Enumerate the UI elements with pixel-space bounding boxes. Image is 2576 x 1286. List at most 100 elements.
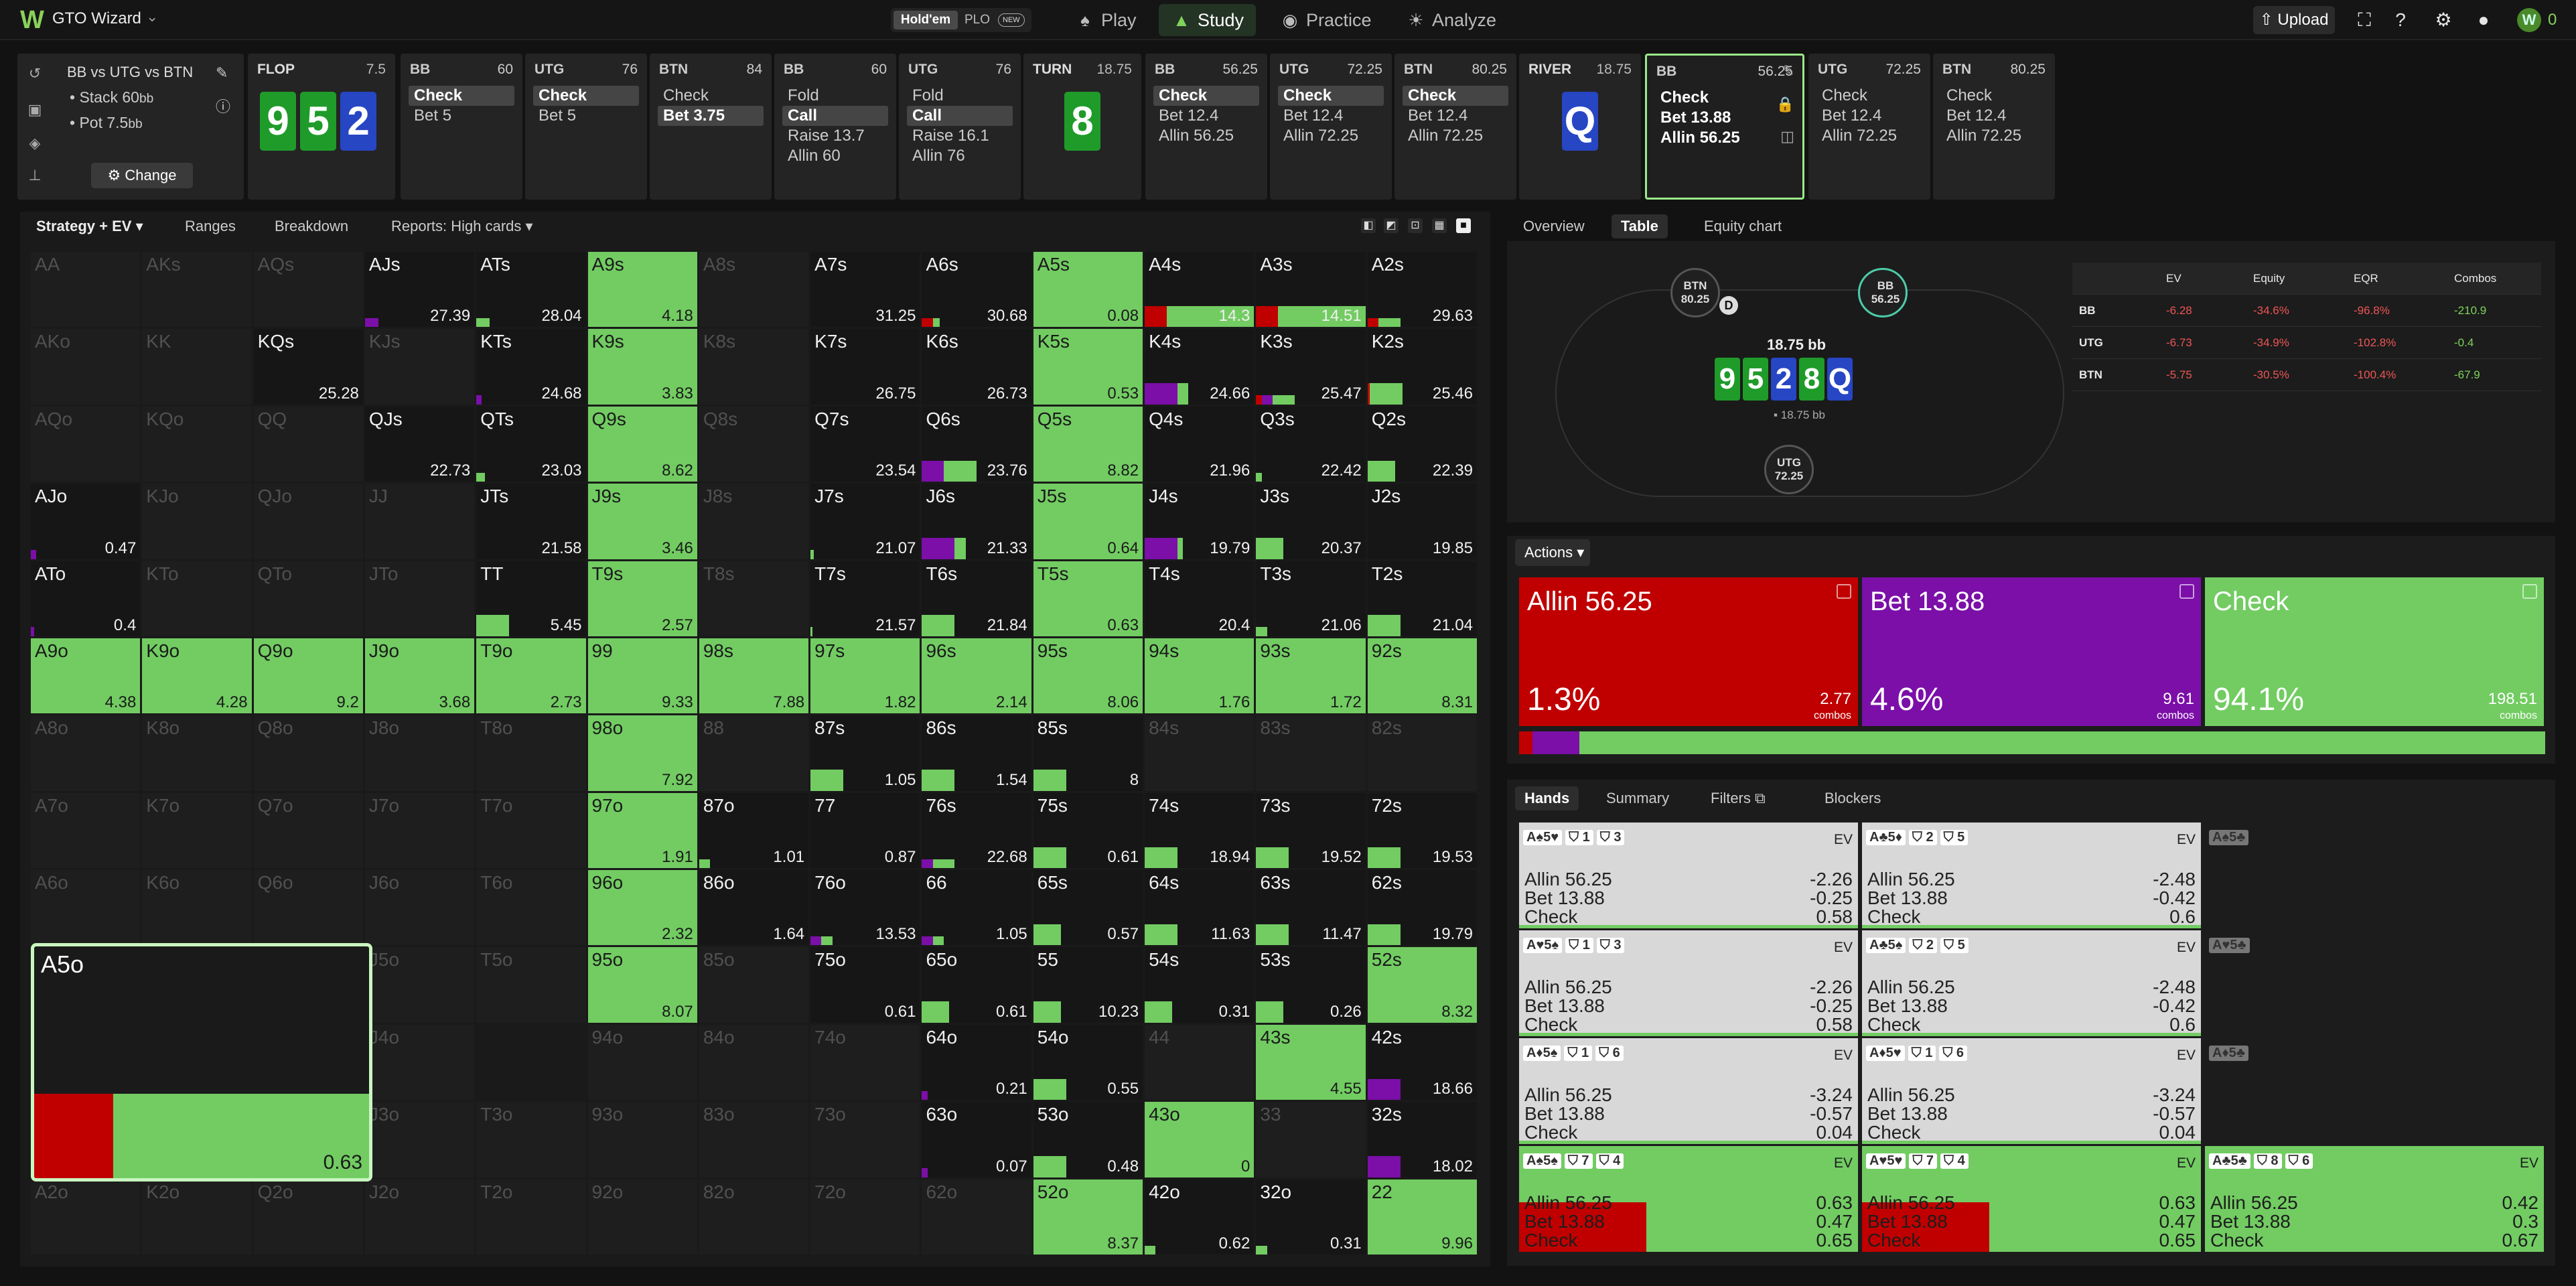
hand-combo[interactable]: A♠5♣ bbox=[2205, 823, 2544, 928]
line-action[interactable]: Check bbox=[658, 86, 764, 106]
range-cell[interactable]: T8s bbox=[699, 561, 809, 636]
view-full-icon[interactable]: ■ bbox=[1456, 218, 1471, 233]
range-cell[interactable]: J3s 20.37 bbox=[1256, 484, 1366, 559]
range-cell[interactable]: T8o bbox=[476, 715, 586, 791]
hand-combo[interactable]: A♥5♣ bbox=[2205, 930, 2544, 1036]
upload-button[interactable]: ⇧ Upload bbox=[2253, 6, 2335, 34]
street-turn[interactable]: TURN 18.75 8 bbox=[1023, 54, 1141, 200]
gear-icon[interactable]: ⚙ bbox=[2430, 7, 2457, 33]
user-icon[interactable]: ● bbox=[2470, 7, 2497, 33]
range-cell[interactable]: Q7s 23.54 bbox=[810, 406, 920, 482]
range-cell[interactable]: 85s 8 bbox=[1033, 715, 1143, 791]
range-cell[interactable]: T3o bbox=[476, 1102, 586, 1177]
range-cell[interactable]: J8o bbox=[364, 715, 475, 791]
line-action[interactable]: Bet 12.4 bbox=[1153, 106, 1259, 126]
range-cell[interactable]: 65s 0.57 bbox=[1033, 870, 1143, 946]
range-cell[interactable]: 88 bbox=[699, 715, 809, 791]
tab-ranges[interactable]: Ranges bbox=[185, 212, 236, 241]
nav-play[interactable]: ♠ Play bbox=[1074, 4, 1136, 36]
range-cell[interactable]: 99 9.33 bbox=[587, 638, 697, 714]
range-cell[interactable]: K9s 3.83 bbox=[587, 329, 697, 405]
line-action[interactable]: Check bbox=[533, 86, 639, 106]
range-cell[interactable]: J2o bbox=[364, 1179, 475, 1255]
action-box[interactable]: Check 94.1% 198.51 combos bbox=[2205, 577, 2544, 726]
range-cell[interactable]: 82s bbox=[1367, 715, 1477, 791]
street-river[interactable]: RIVER 18.75 Q bbox=[1519, 54, 1641, 200]
range-cell[interactable]: KQs 25.28 bbox=[253, 329, 363, 405]
line-action[interactable]: Check bbox=[1941, 86, 2047, 106]
tab-summary[interactable]: Summary bbox=[1597, 786, 1678, 810]
hand-combo[interactable]: A♠5♠ ⛉ 7 ⛉ 4 EV Allin 56.25 0.63 Bet 13.88 0.47… bbox=[1519, 1146, 1858, 1252]
range-cell[interactable]: AJs 27.39 bbox=[364, 252, 475, 328]
range-cell[interactable]: K3s 25.47 bbox=[1256, 329, 1366, 405]
hand-combo[interactable]: A♦5♥ ⛉ 1 ⛉ 6 EV Allin 56.25 -3.24 Bet 13.88 -0.… bbox=[1862, 1038, 2201, 1144]
line-action[interactable]: Bet 12.4 bbox=[1403, 106, 1508, 126]
view-grid-icon[interactable]: ▦ bbox=[1432, 218, 1447, 233]
range-cell[interactable]: 97s 1.82 bbox=[810, 638, 920, 714]
line-action[interactable]: Call bbox=[907, 106, 1013, 126]
line-action[interactable]: Bet 3.75 bbox=[658, 106, 764, 126]
gamepad-icon[interactable]: ◈ bbox=[25, 134, 44, 153]
range-cell[interactable]: 76s 22.68 bbox=[922, 792, 1031, 869]
range-cell[interactable]: 52s 8.32 bbox=[1367, 947, 1477, 1023]
align-icon[interactable]: ⊥ bbox=[25, 166, 44, 185]
range-cell[interactable]: QJs 22.73 bbox=[364, 406, 475, 482]
line-action[interactable]: Allin 72.25 bbox=[1278, 126, 1384, 146]
range-cell[interactable]: JTo bbox=[364, 561, 475, 636]
range-cell[interactable]: J4s 19.79 bbox=[1145, 484, 1255, 559]
range-cell[interactable]: T2o bbox=[476, 1179, 586, 1255]
save-icon[interactable]: ▣ bbox=[25, 100, 44, 119]
line-action[interactable]: Bet 12.4 bbox=[1278, 106, 1384, 126]
line-action[interactable]: Allin 72.25 bbox=[1403, 126, 1508, 146]
range-cell[interactable]: T9o 2.73 bbox=[476, 638, 586, 714]
range-cell[interactable]: 76o 13.53 bbox=[810, 870, 920, 946]
range-cell[interactable]: JJ bbox=[364, 484, 475, 559]
hand-combo[interactable]: A♦5♠ ⛉ 1 ⛉ 6 EV Allin 56.25 -3.24 Bet 13.88 -0.… bbox=[1519, 1038, 1858, 1144]
range-cell[interactable]: 63s 11.47 bbox=[1256, 870, 1366, 946]
range-cell[interactable]: AQo bbox=[31, 406, 141, 482]
hand-combo[interactable]: A♣5♣ ⛉ 8 ⛉ 6 EV Allin 56.25 0.42 Bet 13.88 0.3 C… bbox=[2205, 1146, 2544, 1252]
range-cell[interactable]: KJs bbox=[364, 329, 475, 405]
range-cell[interactable]: 53o 0.48 bbox=[1033, 1102, 1143, 1177]
line-action[interactable]: Raise 13.7 bbox=[782, 126, 888, 146]
range-cell[interactable]: K6o bbox=[142, 870, 252, 946]
range-cell[interactable]: 96o 2.32 bbox=[587, 870, 697, 946]
line-action[interactable]: Allin 72.25 bbox=[1941, 126, 2047, 146]
range-cell[interactable]: 22 9.96 bbox=[1367, 1179, 1477, 1255]
expand-icon[interactable] bbox=[2522, 584, 2537, 599]
line-node-p2[interactable]: UTG 76 Check Bet 5 bbox=[525, 54, 647, 200]
help-icon[interactable]: ? bbox=[2387, 7, 2414, 33]
range-cell[interactable]: 98o 7.92 bbox=[587, 715, 697, 791]
range-cell[interactable]: 54o 0.55 bbox=[1033, 1024, 1143, 1100]
range-cell[interactable]: 65o 0.61 bbox=[922, 947, 1031, 1023]
line-node-p10[interactable]: UTG 72.25 Check Bet 12.4 Allin 72.25 bbox=[1808, 54, 1930, 200]
range-cell[interactable]: 94s 1.76 bbox=[1145, 638, 1255, 714]
range-cell[interactable]: QTs 23.03 bbox=[476, 406, 586, 482]
range-cell[interactable]: Q9s 8.62 bbox=[587, 406, 697, 482]
change-button[interactable]: ⚙ Change bbox=[91, 163, 193, 188]
line-action[interactable]: Check bbox=[1816, 86, 1922, 106]
range-cell[interactable]: 32s 18.02 bbox=[1367, 1102, 1477, 1177]
line-node-p5[interactable]: UTG 76 Fold Call Raise 16.1 Allin 76 bbox=[899, 54, 1021, 200]
range-cell[interactable]: Q8o bbox=[253, 715, 363, 791]
range-cell[interactable]: 32o 0.31 bbox=[1256, 1179, 1366, 1255]
range-cell[interactable]: 73s 19.52 bbox=[1256, 792, 1366, 869]
hand-combo[interactable]: A♣5♦ ⛉ 2 ⛉ 5 EV Allin 56.25 -2.48 Bet 13.88 -0.… bbox=[1862, 823, 2201, 928]
line-node-p4[interactable]: BB 60 Fold Call Raise 13.7 Allin 60 bbox=[774, 54, 896, 200]
range-cell[interactable]: 94o bbox=[587, 1024, 697, 1100]
range-cell[interactable]: T5s 0.63 bbox=[1033, 561, 1143, 636]
range-cell[interactable]: 98s 7.88 bbox=[699, 638, 809, 714]
action-box[interactable]: Allin 56.25 1.3% 2.77 combos bbox=[1519, 577, 1858, 726]
range-cell[interactable]: 75s 0.61 bbox=[1033, 792, 1143, 869]
info-icon[interactable]: ⓘ bbox=[216, 95, 230, 117]
range-cell[interactable]: 86s 1.54 bbox=[922, 715, 1031, 791]
line-action[interactable]: Bet 5 bbox=[533, 106, 639, 126]
street-flop[interactable]: FLOP 7.5 9 5 2 bbox=[248, 54, 395, 200]
fullscreen-icon[interactable]: ⛶ bbox=[2351, 7, 2378, 33]
range-cell[interactable]: Q6o bbox=[253, 870, 363, 946]
variant-holdem[interactable]: Hold'em bbox=[893, 11, 958, 29]
edit-icon[interactable]: ✎ bbox=[1782, 62, 1794, 80]
line-node-p7[interactable]: UTG 72.25 Check Bet 12.4 Allin 72.25 bbox=[1270, 54, 1392, 200]
line-node-p8[interactable]: BTN 80.25 Check Bet 12.4 Allin 72.25 bbox=[1394, 54, 1516, 200]
range-cell[interactable]: T7o bbox=[476, 792, 586, 869]
